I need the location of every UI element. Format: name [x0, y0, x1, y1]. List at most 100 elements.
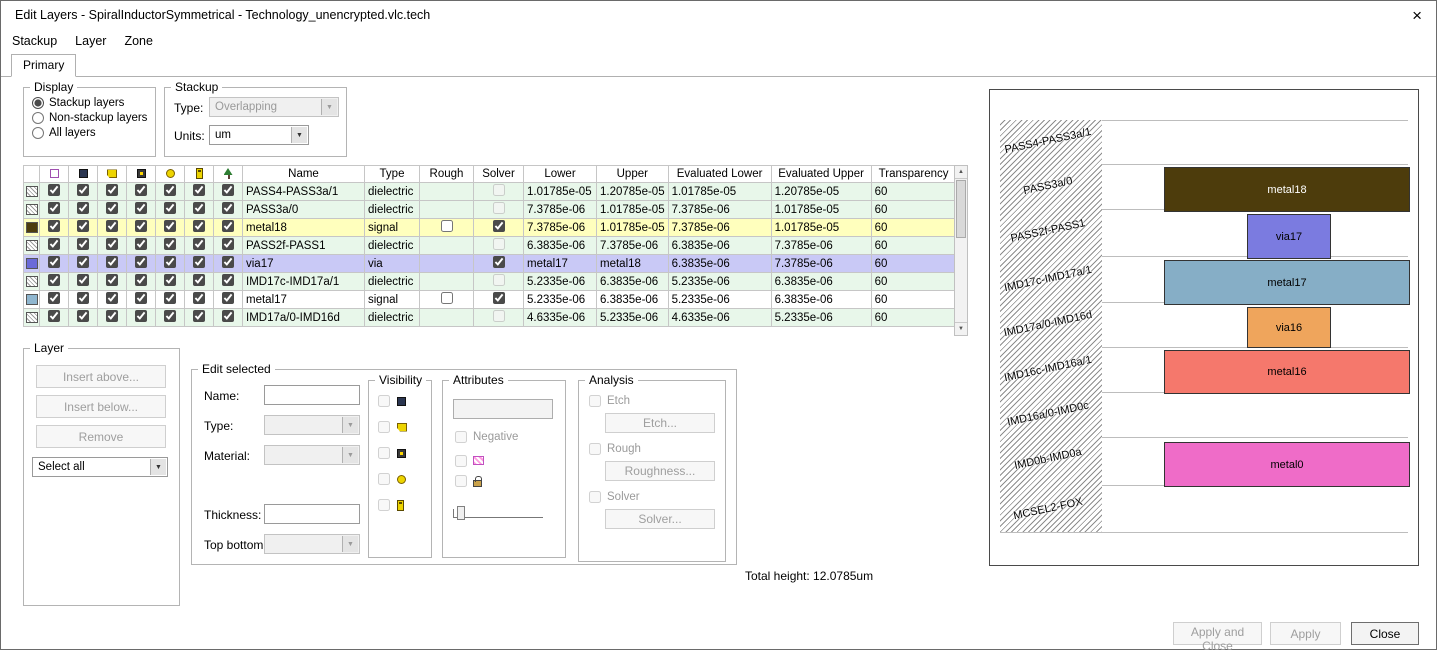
layer-visibility-checkbox[interactable] [48, 202, 60, 214]
visibility-pins-checkbox[interactable] [378, 447, 390, 459]
layer-visibility-checkbox[interactable] [77, 256, 89, 268]
visibility-labels-checkbox[interactable] [378, 421, 390, 433]
layer-visibility-checkbox[interactable] [77, 274, 89, 286]
column-header-evaluated-upper[interactable]: Evaluated Upper [770, 165, 872, 183]
layer-remove-button[interactable]: Remove [36, 425, 166, 448]
table-scrollbar[interactable]: ▲ ▼ [954, 165, 968, 336]
layer-visibility-checkbox[interactable] [135, 274, 147, 286]
lock-checkbox[interactable] [455, 475, 467, 488]
column-header-name[interactable]: Name [242, 165, 365, 183]
layer-visibility-checkbox[interactable] [48, 238, 60, 250]
solver-checkbox[interactable] [589, 491, 601, 503]
layer-visibility-checkbox[interactable] [77, 310, 89, 322]
etch-checkbox[interactable] [589, 395, 601, 407]
display-option-2[interactable]: All layers [32, 127, 155, 139]
layer-visibility-checkbox[interactable] [48, 274, 60, 286]
layer-visibility-checkbox[interactable] [48, 310, 60, 322]
display-radio[interactable] [32, 97, 44, 109]
visibility-instances-checkbox[interactable] [378, 395, 390, 407]
close-button[interactable]: Close [1351, 622, 1419, 645]
layer-visibility-checkbox[interactable] [48, 184, 60, 196]
solver-checkbox[interactable] [492, 256, 505, 268]
layer-visibility-checkbox[interactable] [135, 202, 147, 214]
tab-primary[interactable]: Primary [11, 54, 77, 77]
layer-visibility-checkbox[interactable] [164, 310, 176, 322]
shapes-column-header[interactable] [39, 165, 69, 183]
layer-visibility-checkbox[interactable] [106, 238, 118, 250]
layer-visibility-checkbox[interactable] [106, 274, 118, 286]
column-header-transparency[interactable]: Transparency [870, 165, 957, 183]
layer-visibility-checkbox[interactable] [164, 256, 176, 268]
display-option-1[interactable]: Non-stackup layers [32, 112, 155, 124]
layer-visibility-checkbox[interactable] [48, 256, 60, 268]
layer-insert-below-button[interactable]: Insert below... [36, 395, 166, 418]
display-radio[interactable] [32, 127, 44, 139]
transparency-slider[interactable] [453, 505, 553, 523]
column-header-rough[interactable]: Rough [419, 165, 474, 183]
stackup-units-select[interactable]: um ▼ [209, 125, 309, 145]
layer-visibility-checkbox[interactable] [106, 256, 118, 268]
scroll-down-icon[interactable]: ▼ [955, 322, 967, 335]
layer-visibility-checkbox[interactable] [164, 220, 176, 232]
apply-button[interactable]: Apply [1270, 622, 1341, 645]
column-header-upper[interactable]: Upper [596, 165, 669, 183]
layer-visibility-checkbox[interactable] [77, 220, 89, 232]
layer-visibility-checkbox[interactable] [135, 292, 147, 304]
layer-visibility-checkbox[interactable] [193, 310, 205, 322]
layer-visibility-checkbox[interactable] [135, 256, 147, 268]
negative-checkbox[interactable] [455, 431, 467, 443]
contacts-column-header[interactable] [184, 165, 214, 183]
layer-visibility-checkbox[interactable] [164, 184, 176, 196]
layer-visibility-checkbox[interactable] [193, 220, 205, 232]
layer-visibility-checkbox[interactable] [222, 220, 234, 232]
layer-visibility-checkbox[interactable] [135, 184, 147, 196]
name-field[interactable] [264, 385, 360, 405]
close-icon[interactable]: × [1412, 7, 1422, 24]
solver-checkbox[interactable] [492, 292, 505, 304]
visibility-vias-checkbox[interactable] [378, 473, 390, 485]
solver-checkbox[interactable] [492, 274, 505, 286]
layer-visibility-checkbox[interactable] [106, 310, 118, 322]
layer-visibility-checkbox[interactable] [164, 238, 176, 250]
thickness-field[interactable] [264, 504, 360, 524]
layer-visibility-checkbox[interactable] [106, 184, 118, 196]
solver-checkbox[interactable] [492, 220, 505, 232]
column-header-solver[interactable]: Solver [473, 165, 524, 183]
layer-visibility-checkbox[interactable] [222, 256, 234, 268]
menu-zone[interactable]: Zone [115, 31, 162, 51]
scroll-up-icon[interactable]: ▲ [955, 166, 967, 179]
layer-visibility-checkbox[interactable] [193, 238, 205, 250]
slider-handle[interactable] [457, 506, 465, 520]
attribute-color-button[interactable] [453, 399, 553, 419]
layer-visibility-checkbox[interactable] [222, 184, 234, 196]
layer-insert-above-button[interactable]: Insert above... [36, 365, 166, 388]
visibility-contacts-checkbox[interactable] [378, 499, 390, 511]
layer-visibility-checkbox[interactable] [193, 274, 205, 286]
layer-visibility-checkbox[interactable] [193, 202, 205, 214]
layer-visibility-checkbox[interactable] [135, 310, 147, 322]
layer-visibility-checkbox[interactable] [135, 238, 147, 250]
layer-visibility-checkbox[interactable] [77, 292, 89, 304]
layer-visibility-checkbox[interactable] [193, 292, 205, 304]
rough-checkbox[interactable] [589, 443, 601, 455]
menu-layer[interactable]: Layer [66, 31, 115, 51]
etch-settings-button[interactable]: Etch... [605, 413, 715, 433]
rough-checkbox[interactable] [440, 292, 453, 304]
layer-visibility-checkbox[interactable] [222, 310, 234, 322]
layer-visibility-checkbox[interactable] [164, 274, 176, 286]
rough-checkbox[interactable] [440, 220, 453, 232]
column-header-evaluated-lower[interactable]: Evaluated Lower [667, 165, 772, 183]
pattern-checkbox[interactable] [455, 455, 467, 467]
layer-visibility-checkbox[interactable] [77, 238, 89, 250]
layer-visibility-checkbox[interactable] [193, 184, 205, 196]
solver-settings-button[interactable]: Solver... [605, 509, 715, 529]
layer-select-all-combo[interactable]: Select all ▼ [32, 457, 168, 477]
tree-column-header[interactable] [213, 165, 243, 183]
layer-visibility-checkbox[interactable] [106, 220, 118, 232]
layer-visibility-checkbox[interactable] [106, 292, 118, 304]
layer-visibility-checkbox[interactable] [135, 220, 147, 232]
solver-checkbox[interactable] [492, 310, 505, 322]
layer-visibility-checkbox[interactable] [193, 256, 205, 268]
column-header-type[interactable]: Type [364, 165, 420, 183]
solver-checkbox[interactable] [492, 202, 505, 214]
